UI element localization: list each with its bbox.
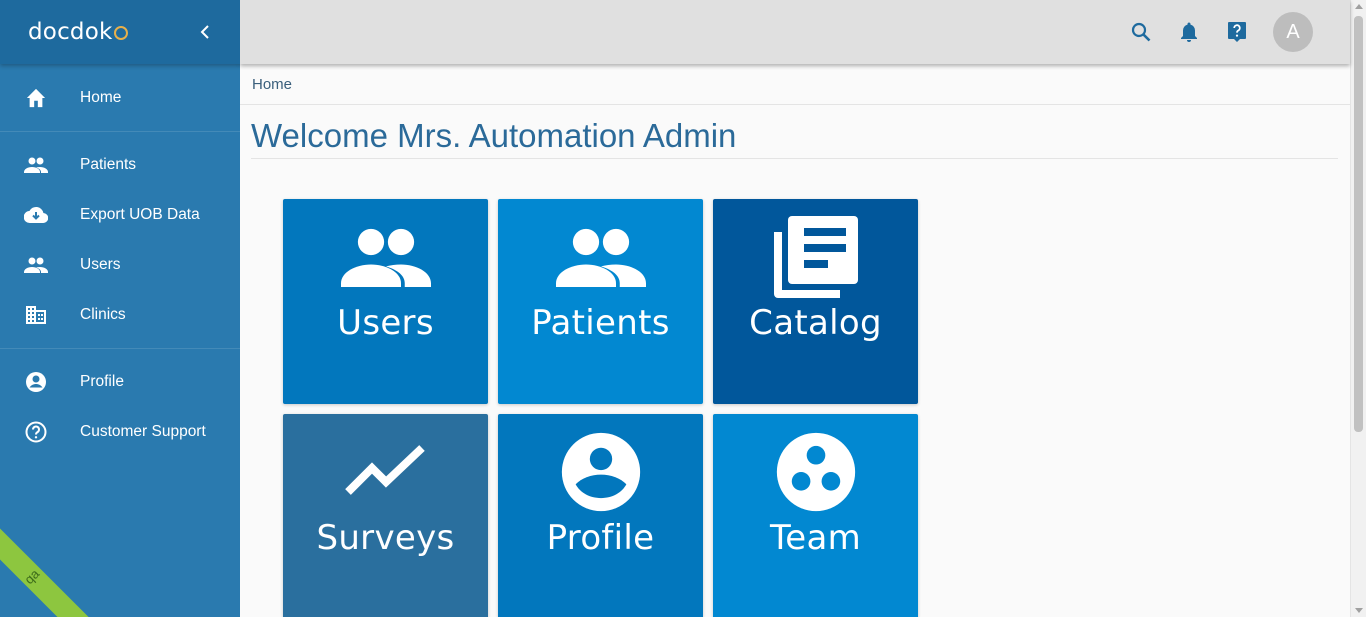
- sidebar-item-clinics[interactable]: Clinics: [0, 290, 240, 340]
- sidebar-item-home[interactable]: Home: [0, 73, 240, 123]
- page-title: Welcome Mrs. Automation Admin: [251, 117, 1338, 159]
- people-icon: [24, 253, 48, 277]
- avatar-initial: A: [1286, 20, 1300, 43]
- catalog-icon: [768, 215, 864, 299]
- cloud-download-icon: [24, 203, 48, 227]
- tile-label: Catalog: [749, 303, 882, 343]
- bell-icon: [1181, 22, 1197, 42]
- people-icon: [553, 215, 649, 299]
- sidebar-item-patients[interactable]: Patients: [0, 140, 240, 190]
- tile-profile[interactable]: Profile: [498, 414, 703, 617]
- people-icon: [24, 153, 48, 177]
- topbar: A: [240, 0, 1350, 64]
- search-button[interactable]: [1129, 20, 1153, 44]
- tile-label: Surveys: [316, 518, 455, 558]
- search-icon: [1131, 22, 1151, 42]
- help-button[interactable]: [1225, 20, 1249, 44]
- tile-label: Patients: [531, 303, 670, 343]
- tile-label: Profile: [546, 518, 655, 558]
- sidebar-item-profile[interactable]: Profile: [0, 357, 240, 407]
- breadcrumb: Home: [240, 64, 1350, 105]
- nav-section-main: Home: [0, 64, 240, 132]
- help-icon: [1228, 22, 1246, 42]
- tile-catalog[interactable]: Catalog: [713, 199, 918, 404]
- sidebar-item-label: Patients: [80, 156, 137, 173]
- nav-section-account: Profile Customer Support: [0, 349, 240, 465]
- logo[interactable]: docdok: [28, 19, 128, 45]
- sidebar-item-customer-support[interactable]: Customer Support: [0, 407, 240, 457]
- sidebar-item-label: Users: [80, 256, 121, 273]
- trending-up-icon: [338, 430, 434, 514]
- sidebar: docdok Home Patients Export UOB Data Use…: [0, 0, 240, 617]
- scroll-up-arrow-icon[interactable]: [1355, 4, 1363, 9]
- tile-patients[interactable]: Patients: [498, 199, 703, 404]
- sidebar-item-label: Customer Support: [80, 423, 206, 440]
- account-circle-icon: [553, 430, 649, 514]
- tile-label: Users: [337, 303, 434, 343]
- account-circle-icon: [24, 370, 48, 394]
- home-icon: [24, 86, 48, 110]
- sidebar-item-export-uob-data[interactable]: Export UOB Data: [0, 190, 240, 240]
- main-content: Home Welcome Mrs. Automation Admin Users…: [240, 64, 1350, 617]
- environment-badge: qa: [0, 518, 90, 617]
- sidebar-item-label: Export UOB Data: [80, 206, 200, 223]
- help-circle-icon: [24, 420, 48, 444]
- sidebar-item-label: Clinics: [80, 306, 126, 323]
- logo-text: docdok: [28, 19, 113, 45]
- tile-team[interactable]: Team: [713, 414, 918, 617]
- collapse-sidebar-button[interactable]: [196, 23, 214, 41]
- notifications-button[interactable]: [1177, 20, 1201, 44]
- sidebar-item-users[interactable]: Users: [0, 240, 240, 290]
- people-icon: [338, 215, 434, 299]
- dashboard-tiles: Users Patients Catalog Surveys Profile T…: [283, 199, 918, 617]
- vertical-scrollbar[interactable]: [1350, 0, 1366, 617]
- team-icon: [768, 430, 864, 514]
- nav-section-management: Patients Export UOB Data Users Clinics: [0, 132, 240, 349]
- breadcrumb-home[interactable]: Home: [252, 76, 292, 93]
- scroll-down-arrow-icon[interactable]: [1355, 608, 1363, 613]
- logo-mark-icon: [113, 26, 128, 40]
- tile-users[interactable]: Users: [283, 199, 488, 404]
- sidebar-header: docdok: [0, 0, 240, 64]
- sidebar-item-label: Home: [80, 89, 122, 106]
- sidebar-item-label: Profile: [80, 373, 124, 390]
- environment-badge-label: qa: [21, 565, 43, 587]
- building-icon: [24, 303, 48, 327]
- scroll-thumb[interactable]: [1354, 16, 1363, 432]
- avatar[interactable]: A: [1273, 12, 1313, 52]
- chevron-left-icon: [200, 25, 209, 39]
- tile-label: Team: [769, 518, 862, 558]
- tile-surveys[interactable]: Surveys: [283, 414, 488, 617]
